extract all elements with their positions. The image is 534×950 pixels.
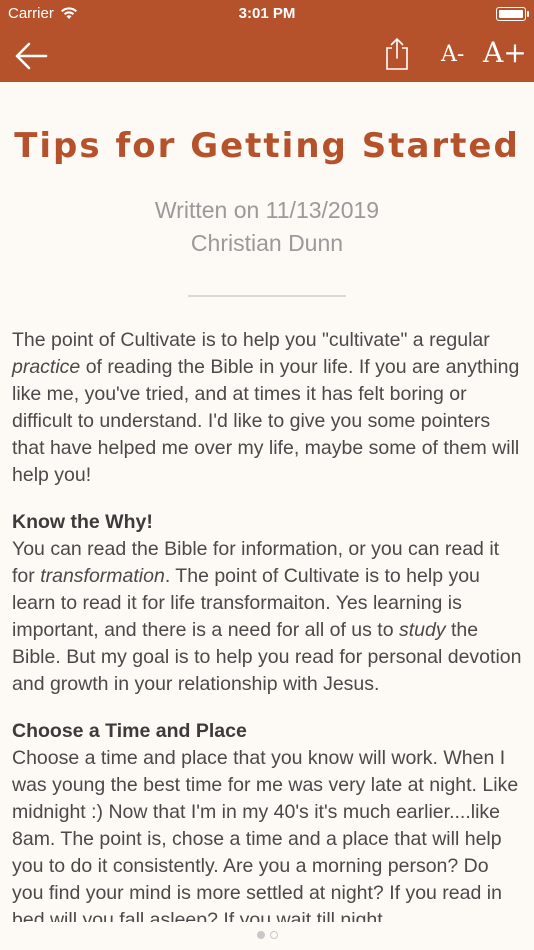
increase-font-button[interactable]: A+ [483,36,527,69]
article-title: Tips for Getting Started [14,126,520,166]
section-heading: Know the Why! [12,511,153,533]
decrease-font-button[interactable]: A- [441,42,464,67]
article-body: The point of Cultivate is to help you "c… [0,327,534,922]
article-author: Christian Dunn [190,230,344,256]
page-indicator[interactable] [0,931,534,939]
battery-icon [496,7,529,21]
share-button[interactable] [383,36,411,72]
share-icon [386,37,408,70]
article-date: Written on 11/13/2019 [154,197,380,223]
status-bar: Carrier 3:01 PM [0,0,534,28]
app-header: Carrier 3:01 PM A- A+ [0,0,534,82]
emphasis-practice: practice [12,356,81,378]
section-know-why: Know the Why! You can read the Bible for … [12,511,522,695]
status-time: 3:01 PM [238,5,296,22]
nav-bar: A- A+ [0,28,534,82]
article-scroll-view[interactable]: Tips for Getting Started Written on 11/1… [0,82,534,922]
section-heading: Choose a Time and Place [12,720,247,742]
emphasis-transformation: transformation [40,565,165,587]
emphasis-study: study [398,619,446,641]
article-meta: Written on 11/13/2019 Christian Dunn [0,194,534,260]
page-dot[interactable] [269,931,278,939]
back-arrow-icon [15,42,48,70]
back-button[interactable] [12,36,52,76]
title-divider [188,295,346,297]
section-time-place: Choose a Time and Place Choose a time and… [12,718,522,922]
page-dot[interactable] [256,931,265,939]
intro-paragraph: The point of Cultivate is to help you "c… [12,329,520,486]
